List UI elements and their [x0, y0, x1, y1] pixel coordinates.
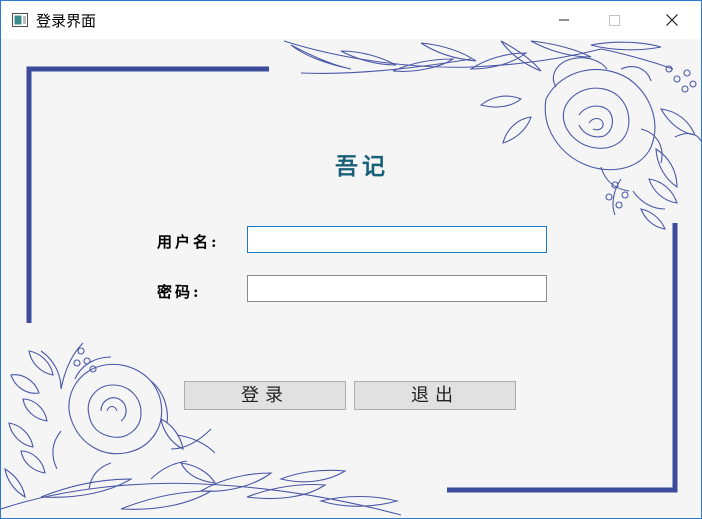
window-title: 登录界面: [36, 12, 97, 30]
minimize-icon: [559, 19, 569, 21]
app-window-icon: [12, 12, 28, 27]
exit-button[interactable]: 退出: [354, 381, 516, 410]
username-label: 用户名:: [157, 233, 220, 251]
password-label: 密码:: [157, 283, 202, 301]
login-panel: 吾记 用户名: 密码: 登录 退出: [1, 39, 701, 518]
maximize-button[interactable]: [591, 1, 637, 39]
login-window: 登录界面 吾记 用户名: 密码: 登录 退出: [0, 0, 702, 519]
login-button[interactable]: 登录: [184, 381, 346, 410]
app-heading: 吾记: [335, 153, 389, 180]
title-bar[interactable]: 登录界面: [1, 1, 701, 39]
close-icon: [666, 14, 678, 26]
minimize-button[interactable]: [541, 1, 587, 39]
username-input[interactable]: [247, 226, 547, 253]
maximize-icon: [609, 15, 620, 26]
password-input[interactable]: [247, 275, 547, 302]
close-button[interactable]: [649, 1, 695, 39]
